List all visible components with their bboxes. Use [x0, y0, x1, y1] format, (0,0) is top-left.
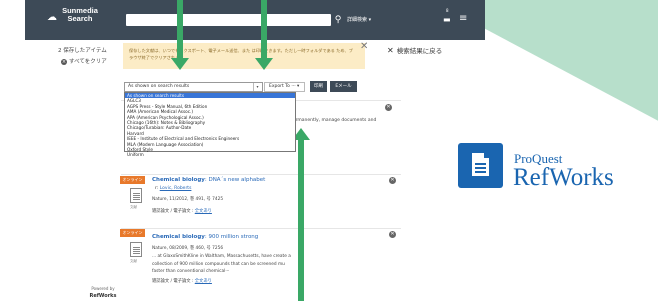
- availability-prefix: 雑誌論文 / 電子論文 :: [152, 209, 195, 214]
- menu-icon[interactable]: ≡: [459, 13, 471, 25]
- full-text-link[interactable]: 全文あり: [195, 209, 212, 214]
- record-availability: 雑誌論文 / 電子論文 : 全文あり: [152, 208, 212, 214]
- citation-style-dropdown[interactable]: As shown on search results AGLC3 AGPS Pres…: [124, 92, 296, 157]
- snippet-line: ... at GlaxoSmithKline in Waltham, Massa…: [152, 254, 291, 259]
- document-icon: [130, 242, 142, 257]
- notice-close-icon[interactable]: ✕: [360, 42, 368, 52]
- refworks-logo-icon: [458, 143, 503, 188]
- stage: ☁ Sunmedia Search ⚲ 詳細検索 ▾ 8 ▬ ≡ 2 保存したア…: [0, 0, 658, 301]
- back-to-results-label: 検索結果に戻る: [396, 47, 443, 55]
- app-logo[interactable]: Sunmedia Search: [61, 7, 99, 23]
- record-source: Nature, 11/2012, 巻 491, 号 7425: [152, 197, 224, 202]
- record-snippet: permanently, manage documents and: [290, 118, 377, 123]
- arrow-shaft: [298, 140, 304, 301]
- back-to-results-link[interactable]: ✕ 検索結果に戻る: [387, 45, 442, 55]
- arrow-down-icon: [255, 58, 273, 70]
- powered-by-label: Powered by: [91, 286, 115, 291]
- search-input[interactable]: [126, 14, 331, 26]
- logo-icon: ☁: [47, 12, 57, 23]
- document-icon: [130, 188, 142, 203]
- saved-items-count: 2 保存したアイテム: [58, 48, 107, 54]
- dropdown-option[interactable]: Uniform: [125, 152, 295, 157]
- document-type-label: 文献: [130, 205, 137, 209]
- record-title[interactable]: Chemical biology: DNA´s new alphabet: [152, 177, 265, 183]
- remove-record-icon[interactable]: ✕: [389, 231, 396, 238]
- advanced-search-link[interactable]: 詳細検索 ▾: [347, 15, 371, 25]
- record-availability: 雑誌論文 / 電子論文 : 全文あり: [152, 278, 212, 284]
- powered-by-brand: RefWorks: [89, 293, 117, 299]
- title-rest: : 900 million strong: [204, 234, 259, 240]
- sunmedia-search-screenshot: ☁ Sunmedia Search ⚲ 詳細検索 ▾ 8 ▬ ≡ 2 保存したア…: [25, 0, 485, 301]
- title-rest: : DNA´s new alphabet: [204, 177, 266, 183]
- arrow-shaft: [177, 0, 183, 58]
- title-highlight: Chemical biology: [152, 234, 205, 240]
- top-bar: ☁ Sunmedia Search ⚲ 詳細検索 ▾ 8 ▬ ≡: [25, 0, 485, 40]
- arrow-down-icon: [171, 58, 189, 70]
- snippet-line: faster than conventional chemical···: [152, 269, 230, 274]
- citation-style-value: As shown on search results: [128, 84, 190, 89]
- remove-record-icon[interactable]: ✕: [389, 177, 396, 184]
- brand-line2: RefWorks: [513, 164, 614, 191]
- citation-style-select[interactable]: As shown on search results ▾: [124, 82, 263, 92]
- clear-all-link[interactable]: × すべてをクリア: [61, 57, 107, 65]
- logo-line2: Search: [67, 14, 93, 23]
- notice-text: 保存した文献は、いつでもエクスポート、電子メール送信、また は印刷できます。ただ…: [129, 48, 353, 60]
- availability-prefix: 雑誌論文 / 電子論文 :: [152, 279, 195, 284]
- online-badge: オンライン: [120, 229, 145, 237]
- online-badge: オンライン: [120, 176, 145, 184]
- search-icon[interactable]: ⚲: [332, 14, 344, 26]
- email-button[interactable]: Eメール: [330, 81, 357, 92]
- title-highlight: Chemical biology: [152, 177, 205, 183]
- close-icon: ✕: [387, 46, 394, 55]
- record-snippet: ... at GlaxoSmithKline in Waltham, Massa…: [152, 253, 352, 276]
- print-button[interactable]: 印刷: [310, 81, 327, 92]
- remove-record-icon[interactable]: ✕: [385, 104, 392, 111]
- record-title[interactable]: Chemical biology: 900 million strong: [152, 234, 258, 240]
- clear-icon: ×: [61, 58, 67, 65]
- export-to-button[interactable]: Export To ··· ▾: [264, 82, 305, 92]
- chevron-down-icon: ▾: [253, 83, 261, 91]
- folder-count-badge: 8: [446, 8, 449, 13]
- record-source: Nature, 08/2009, 巻 460, 号 7256: [152, 246, 224, 251]
- record-author: r: Lovic, Roberts: [155, 186, 192, 191]
- snippet-line: collection of 900 million compounds that…: [152, 261, 285, 267]
- arrow-shaft: [261, 0, 267, 58]
- author-link[interactable]: Lovic, Roberts: [160, 186, 192, 191]
- clear-all-label: すべてをクリア: [69, 59, 107, 65]
- document-type-label: 文献: [130, 259, 137, 263]
- temporary-folder-notice: 保存した文献は、いつでもエクスポート、電子メール送信、また は印刷できます。ただ…: [123, 43, 365, 69]
- full-text-link[interactable]: 全文あり: [195, 279, 212, 284]
- folder-icon[interactable]: ▬: [443, 14, 457, 26]
